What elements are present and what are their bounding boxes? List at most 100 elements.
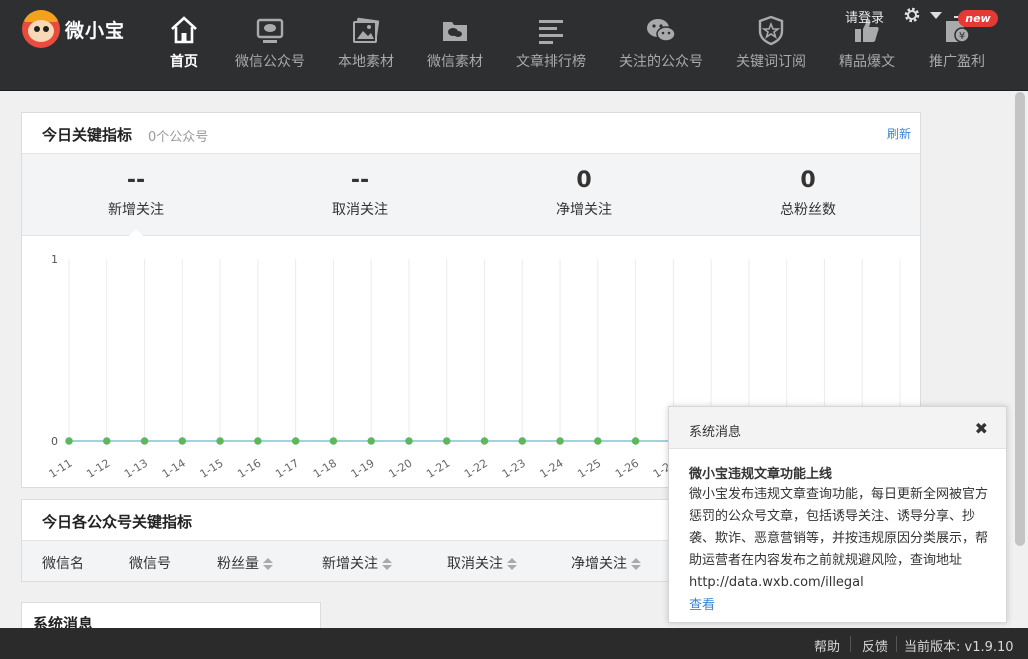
refresh-link[interactable]: 刷新 bbox=[887, 125, 911, 142]
data-point bbox=[254, 437, 262, 445]
x-tick-label: 1-19 bbox=[349, 457, 377, 481]
close-icon[interactable]: ✖ bbox=[975, 419, 988, 438]
stat-value: 0 bbox=[576, 168, 592, 193]
view-link[interactable]: 查看 bbox=[689, 594, 715, 613]
nav-label: 精品爆文 bbox=[839, 54, 895, 70]
selected-stat-pointer bbox=[129, 229, 143, 236]
status-bar: 帮助 反馈 当前版本: v1.9.10 bbox=[0, 628, 1028, 659]
app-name: 微小宝 bbox=[65, 20, 126, 42]
monitor-chat-icon bbox=[256, 18, 284, 43]
wechat-bubbles-icon bbox=[647, 19, 676, 42]
sort-icon[interactable] bbox=[263, 558, 273, 570]
account-count: 0个公众号 bbox=[148, 130, 209, 145]
data-point bbox=[480, 437, 489, 445]
nav-label: 微信素材 bbox=[427, 54, 483, 70]
data-point bbox=[442, 437, 451, 445]
sort-icon[interactable] bbox=[507, 558, 517, 570]
y-tick-label: 1 bbox=[51, 253, 58, 266]
system-message-popup: 系统消息 ✖ 微小宝违规文章功能上线 微小宝发布违规文章查询功能，每日更新全网被… bbox=[668, 406, 1007, 623]
nav-local-material[interactable]: 本地素材 bbox=[334, 14, 398, 76]
x-tick-label: 1-18 bbox=[311, 457, 339, 481]
stat-value: -- bbox=[350, 168, 370, 193]
x-tick-label: 1-13 bbox=[122, 457, 150, 481]
sort-icon[interactable] bbox=[631, 558, 641, 570]
data-point bbox=[556, 437, 564, 445]
nav-home[interactable]: 首页 bbox=[163, 14, 205, 76]
nav-label: 推广盈利 bbox=[929, 54, 985, 70]
folder-wechat-icon bbox=[443, 22, 467, 41]
x-tick-label: 1-12 bbox=[84, 457, 112, 481]
popup-title: 系统消息 bbox=[689, 425, 742, 440]
nav-keyword-subscribe[interactable]: 关键词订阅 bbox=[733, 14, 809, 76]
stat-label: 取消关注 bbox=[332, 202, 388, 218]
stat-label: 净增关注 bbox=[556, 202, 612, 218]
picture-icon bbox=[353, 17, 380, 43]
dropdown-menu-icon[interactable] bbox=[927, 6, 945, 24]
data-point bbox=[103, 437, 111, 445]
data-point bbox=[291, 437, 300, 445]
stat-new-follow[interactable]: -- 新增关注 bbox=[66, 168, 206, 219]
svg-text:¥: ¥ bbox=[959, 31, 965, 42]
divider bbox=[850, 636, 851, 652]
nav-label: 首页 bbox=[170, 54, 198, 70]
login-link[interactable]: 请登录 bbox=[845, 7, 884, 26]
col-unfollow-sort[interactable]: 取消关注 bbox=[447, 553, 517, 573]
sort-icon[interactable] bbox=[382, 558, 392, 570]
data-point bbox=[65, 437, 73, 445]
nav-label: 关键词订阅 bbox=[736, 54, 806, 70]
x-tick-label: 1-16 bbox=[235, 457, 263, 481]
nav-label: 文章排行榜 bbox=[516, 54, 586, 70]
col-wechat-name: 微信名 bbox=[42, 556, 84, 572]
stat-net-follow[interactable]: 0 净增关注 bbox=[514, 168, 654, 219]
app-logo-icon bbox=[22, 10, 60, 48]
data-point bbox=[178, 437, 187, 445]
nav-wechat-accounts[interactable]: 微信公众号 bbox=[230, 14, 310, 76]
x-tick-label: 1-15 bbox=[198, 457, 226, 481]
data-point bbox=[216, 437, 224, 445]
divider bbox=[896, 636, 897, 652]
feedback-link[interactable]: 反馈 bbox=[862, 636, 888, 655]
x-tick-label: 1-24 bbox=[538, 457, 566, 481]
x-tick-label: 1-22 bbox=[462, 457, 490, 481]
help-link[interactable]: 帮助 bbox=[814, 636, 840, 655]
ranking-list-icon bbox=[539, 20, 563, 44]
today-metrics-title: 今日关键指标 bbox=[42, 126, 133, 144]
new-badge: new bbox=[958, 10, 998, 27]
x-tick-label: 1-14 bbox=[160, 457, 188, 481]
stat-total-fans[interactable]: 0 总粉丝数 bbox=[738, 168, 878, 219]
col-fans-sort[interactable]: 粉丝量 bbox=[217, 553, 273, 573]
stat-value: -- bbox=[126, 168, 146, 193]
data-point bbox=[631, 437, 640, 445]
nav-label: 微信公众号 bbox=[235, 54, 305, 70]
popup-header: 系统消息 ✖ bbox=[669, 407, 1006, 449]
nav-label: 本地素材 bbox=[338, 54, 394, 70]
version-text: 当前版本: v1.9.10 bbox=[904, 640, 1014, 655]
stat-label: 新增关注 bbox=[108, 202, 164, 218]
data-point bbox=[329, 437, 338, 445]
x-tick-label: 1-25 bbox=[575, 457, 603, 481]
top-nav-bar: 微小宝 首页 微信公众号 本地素材 微信素材 文章排行榜 关注的公众号 关键词订… bbox=[0, 0, 1028, 91]
nav-wechat-material[interactable]: 微信素材 bbox=[423, 14, 487, 76]
home-icon bbox=[171, 16, 197, 44]
col-net-follow-sort[interactable]: 净增关注 bbox=[571, 553, 641, 573]
stats-strip: -- 新增关注 -- 取消关注 0 净增关注 0 总粉丝数 bbox=[22, 153, 920, 236]
x-tick-label: 1-20 bbox=[386, 457, 414, 481]
account-metrics-title: 今日各公众号关键指标 bbox=[42, 513, 193, 531]
data-point bbox=[140, 437, 149, 445]
nav-article-ranking[interactable]: 文章排行榜 bbox=[513, 14, 589, 76]
stat-unfollow[interactable]: -- 取消关注 bbox=[290, 168, 430, 219]
settings-gear-icon[interactable] bbox=[903, 6, 921, 24]
data-point bbox=[405, 437, 413, 445]
scrollbar-thumb[interactable] bbox=[1015, 92, 1025, 546]
x-tick-label: 1-21 bbox=[424, 457, 452, 481]
nav-followed-accounts[interactable]: 关注的公众号 bbox=[615, 14, 707, 76]
x-tick-label: 1-17 bbox=[273, 457, 301, 481]
data-point bbox=[518, 437, 527, 445]
popup-headline: 微小宝违规文章功能上线 bbox=[689, 467, 833, 482]
col-new-follow-sort[interactable]: 新增关注 bbox=[322, 553, 392, 573]
data-point bbox=[594, 437, 602, 445]
data-point bbox=[367, 437, 375, 445]
stat-value: 0 bbox=[800, 168, 816, 193]
shield-star-icon bbox=[758, 15, 784, 46]
x-tick-label: 1-26 bbox=[613, 457, 641, 481]
